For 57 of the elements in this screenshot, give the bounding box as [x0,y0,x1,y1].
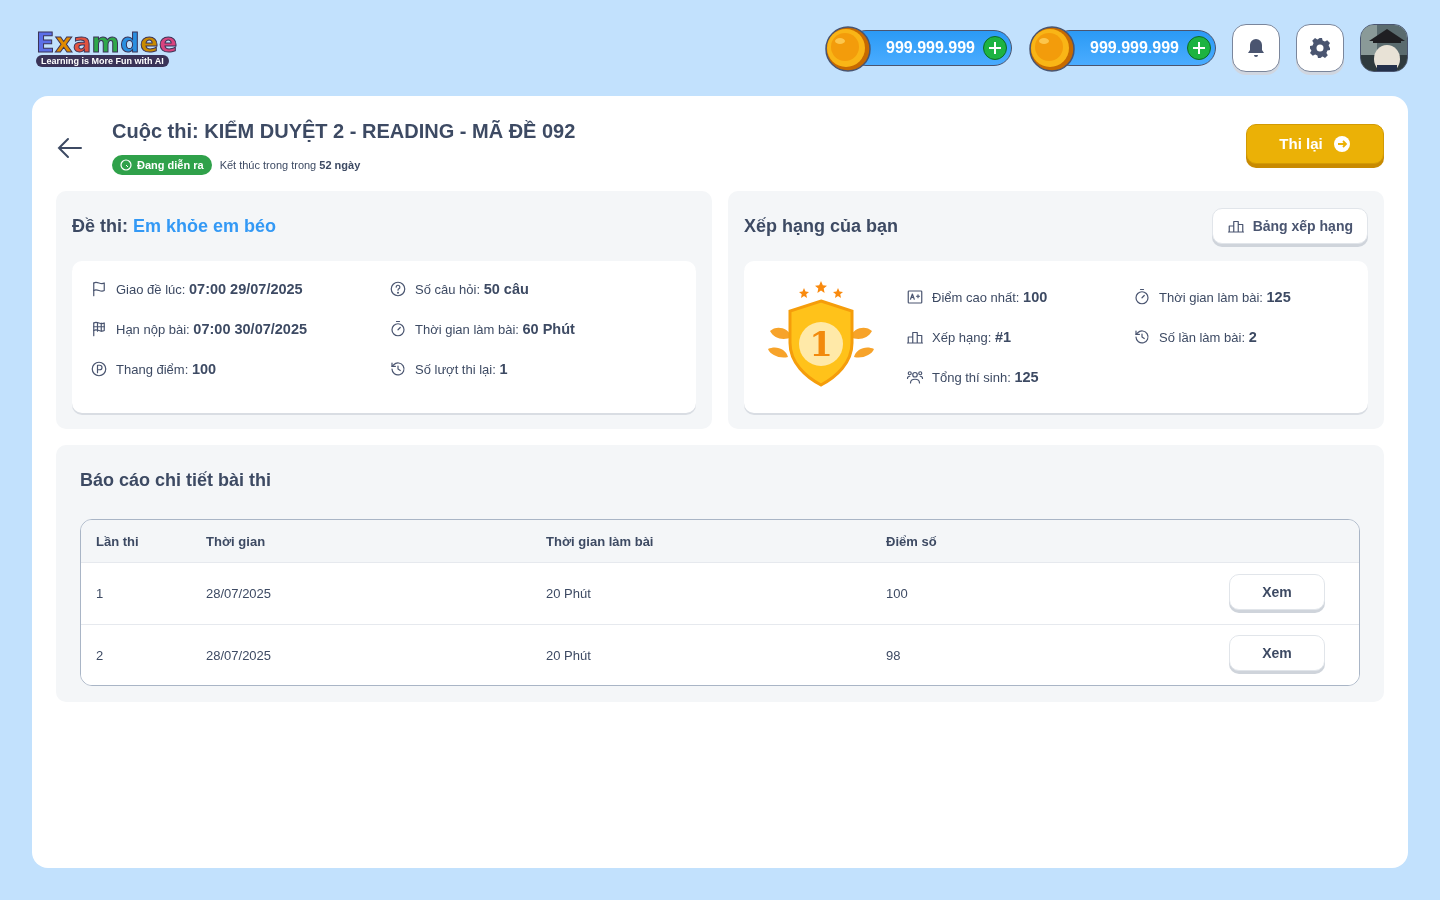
history-icon [389,360,407,378]
info-text: Thang điểm: 100 [116,361,217,377]
question-icon [389,280,407,298]
table-cell-text: 20 Phút [546,586,592,601]
logo-wordmark: Examdee [36,29,178,57]
view-button[interactable]: Xem [1229,573,1325,610]
stopwatch-icon [389,320,407,338]
settings-button[interactable] [1296,24,1344,72]
settings-icon [1308,36,1332,60]
table-cell-text: 98 [886,647,902,663]
view-button[interactable]: Xem [1229,635,1325,671]
info-text: Thời gian làm bài: 125 [1159,289,1291,305]
table-cell-text: 20 Phút [546,647,592,663]
logo-tagline: Learning is More Fun with AI [36,55,169,67]
info-text: Số lượt thi lại: 1 [415,361,508,377]
plus-icon [1192,41,1206,55]
grade-sheet-icon [906,288,924,306]
table-cell-text: 28/07/2025 [206,647,273,663]
table-cell-text: 1 [96,586,105,601]
flag-icon [90,280,108,298]
notifications-button[interactable] [1232,24,1280,72]
info-text: Xếp hạng: #1 [932,329,1012,345]
coin-amount: 999.999.999 [1090,39,1179,57]
clock-icon [120,159,132,171]
column-header: Thời gian làm bài [546,533,655,549]
arrow-right-icon [1332,134,1351,153]
status-badge: Đang diễn ra [112,155,212,175]
p-coin-icon [90,360,108,378]
medal-rank: 1 [809,324,833,364]
column-header: Điểm số [886,533,938,549]
info-text: Số câu hỏi: 50 câu [415,281,529,297]
table-cell-text: 2 [96,647,105,663]
leaderboard-button[interactable]: Bảng xếp hạng [1211,208,1368,244]
info-text: Điểm cao nhất: 100 [932,289,1048,305]
deadline-text: Kết thúc trong trong 52 ngày [219,159,361,171]
table-cell-text: 100 [886,586,909,601]
add-coins-button[interactable] [983,36,1007,60]
exam-title: Đề thi: Em khỏe em béo [72,215,277,237]
column-header: Lần thi [96,533,140,549]
stopwatch-icon [1133,288,1151,306]
info-text: Số lần làm bài: 2 [1159,329,1257,345]
info-text: Hạn nộp bài: 07:00 30/07/2025 [116,321,308,337]
ranking-title: Xếp hạng của bạn [744,215,899,237]
add-coins-button[interactable] [1187,36,1211,60]
column-header: Thời gian [206,533,267,549]
contest-title: Cuộc thi: KIỂM DUYỆT 2 - READING - MÃ ĐỀ 092 [112,120,576,143]
info-text: Tổng thí sinh: 125 [932,369,1039,385]
avatar[interactable] [1360,24,1408,72]
info-text: Giao đề lúc: 07:00 29/07/2025 [116,281,303,297]
report-title: Báo cáo chi tiết bài thi [80,469,272,491]
people-icon [906,368,924,386]
coin-amount: 999.999.999 [886,39,975,57]
table-cell-text: 28/07/2025 [206,586,273,601]
plus-icon [988,41,1002,55]
info-text: Thời gian làm bài: 60 Phút [415,321,575,337]
checkered-flag-icon [90,320,108,338]
history-icon [1133,328,1151,346]
